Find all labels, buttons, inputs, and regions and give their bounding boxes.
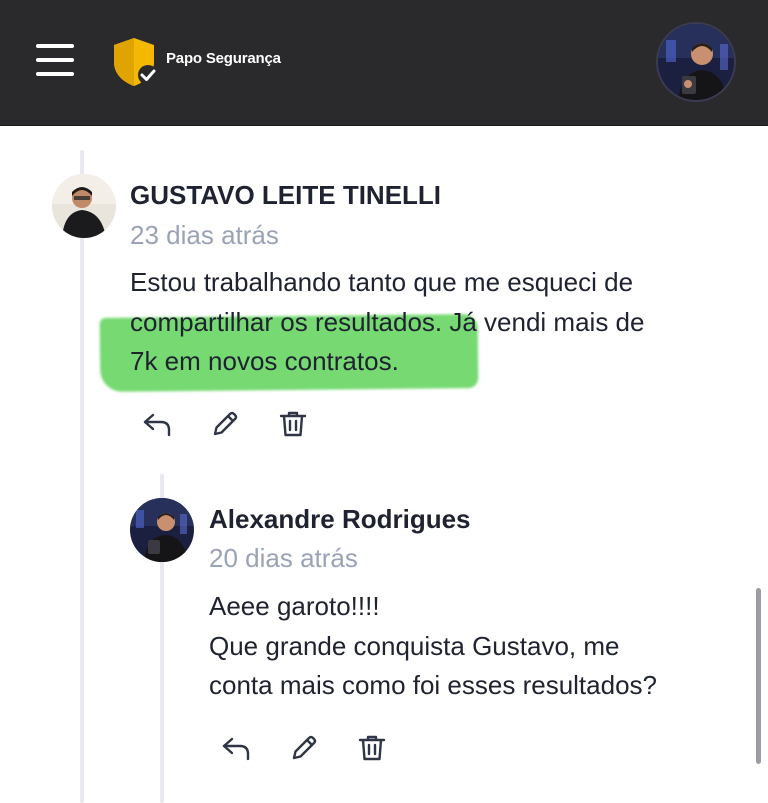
trash-icon[interactable] xyxy=(278,404,346,444)
user-avatar[interactable] xyxy=(656,22,736,102)
reply-body: Aeee garoto!!!! Que grande conquista Gus… xyxy=(209,587,657,706)
edit-icon[interactable] xyxy=(210,404,278,444)
hamburger-menu-icon[interactable] xyxy=(36,44,74,76)
reply-line: conta mais como foi esses resultados? xyxy=(209,670,657,700)
reply-author-avatar[interactable] xyxy=(130,498,194,562)
reply-actions xyxy=(221,728,425,768)
reply-icon[interactable] xyxy=(221,728,289,768)
trash-icon[interactable] xyxy=(357,728,425,768)
reply-line: Aeee garoto!!!! xyxy=(209,591,380,621)
shield-check-icon xyxy=(114,38,158,86)
thread-line xyxy=(80,150,84,803)
edit-icon[interactable] xyxy=(289,728,357,768)
comment-line: Estou trabalhando tanto que me esqueci d… xyxy=(130,267,634,297)
reply-line: Que grande conquista Gustavo, me xyxy=(209,630,620,661)
top-bar: Papo Segurança xyxy=(0,0,768,126)
brand-logo[interactable]: Papo Segurança xyxy=(110,36,281,88)
scrollbar[interactable] xyxy=(756,588,761,764)
comment-line: 7k em novos contratos. xyxy=(130,346,399,376)
reply-author-name[interactable]: Alexandre Rodrigues xyxy=(209,504,471,535)
comment-actions xyxy=(142,404,346,444)
comment-body: Estou trabalhando tanto que me esqueci d… xyxy=(130,263,644,382)
reply-icon[interactable] xyxy=(142,404,210,444)
comment-timestamp: 23 dias atrás xyxy=(130,220,279,250)
reply-timestamp: 20 dias atrás xyxy=(209,543,358,573)
brand-name: Papo Segurança xyxy=(166,49,281,67)
comment-author-avatar[interactable] xyxy=(52,174,116,238)
comment-author-name[interactable]: GUSTAVO LEITE TINELLI xyxy=(130,180,441,211)
comment-line: compartilhar os resultados. Já vendi mai… xyxy=(130,306,645,337)
